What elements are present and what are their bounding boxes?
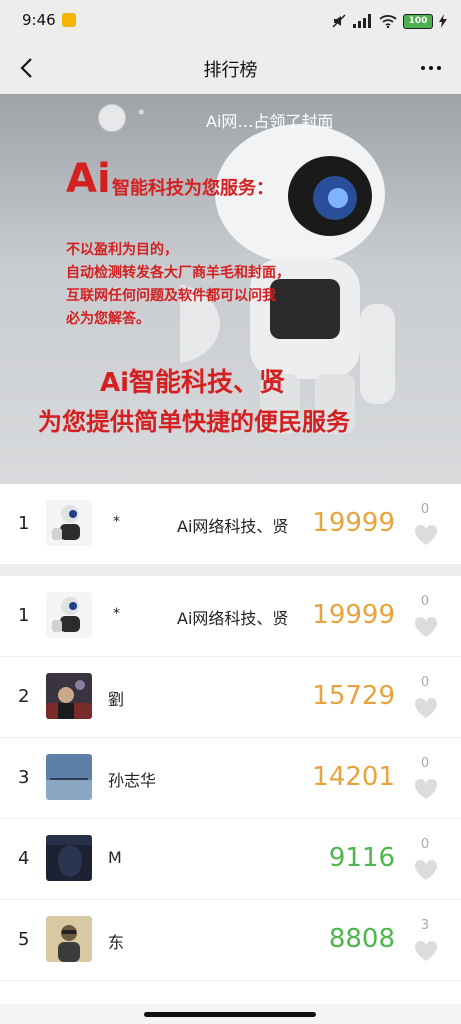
step-count: 8808 [328, 924, 395, 954]
step-count: 19999 [312, 600, 395, 630]
cover-banner[interactable]: * Ai网…占领了封面 Ai 智能科技为您服务： 不以盈利为目的， 自动检测转发… [0, 94, 461, 484]
avatar[interactable] [46, 592, 92, 638]
heart-icon[interactable] [414, 524, 438, 546]
like-count: 0 [420, 675, 430, 690]
rank-number: 2 [18, 686, 30, 707]
step-count: 19999 [312, 508, 395, 538]
heart-icon[interactable] [414, 859, 438, 881]
rank-row[interactable]: 5 东 8808 3 [0, 900, 461, 981]
rank-number: 3 [18, 767, 30, 788]
wifi-icon [379, 15, 397, 28]
status-bar: 9:46 100 [0, 0, 461, 42]
step-count: 14201 [312, 762, 395, 792]
rank-number: 1 [18, 605, 30, 626]
rank-row-partial[interactable] [0, 981, 461, 1004]
heart-icon[interactable] [414, 778, 438, 800]
rank-row[interactable]: 2 劉 15729 0 [0, 657, 461, 738]
avatar[interactable] [46, 673, 92, 719]
heart-icon[interactable] [414, 616, 438, 638]
status-time: 9:46 [22, 11, 56, 29]
avatar[interactable] [46, 754, 92, 800]
rank-row[interactable]: 4 M 9116 0 [0, 819, 461, 900]
heart-icon[interactable] [414, 940, 438, 962]
rank-row[interactable]: 1 * Ai网络科技、贤 19999 0 [0, 576, 461, 657]
rank-number: 4 [18, 848, 30, 869]
nav-bar: 排行榜 [0, 42, 461, 94]
rank-row[interactable]: 3 孙志华 14201 0 [0, 738, 461, 819]
like-count: 0 [420, 756, 430, 771]
like-count: 3 [420, 918, 430, 933]
rank-number: 1 [18, 513, 30, 534]
banner-big-text: 为您提供简单快捷的便民服务 [38, 408, 350, 436]
user-name: 东 [108, 933, 125, 952]
more-icon[interactable] [415, 52, 447, 84]
user-name: 孙志华 [108, 771, 157, 790]
my-rank-row[interactable]: 1 * Ai网络科技、贤 19999 0 [0, 484, 461, 565]
banner-big-text: Ai智能科技、贤 [100, 368, 286, 398]
home-indicator[interactable] [144, 1012, 316, 1017]
section-divider [0, 565, 461, 576]
banner-line: 必为您解答。 [66, 311, 150, 327]
battery-icon: 100 [403, 13, 433, 29]
banner-ai-text: Ai [66, 156, 111, 202]
signal-icon [353, 14, 371, 28]
user-org: Ai网络科技、贤 [177, 517, 289, 536]
step-count: 9116 [328, 843, 395, 873]
cover-caption: Ai网…占领了封面 [206, 112, 334, 131]
cover-owner-name: * [138, 108, 145, 123]
like-count: 0 [420, 502, 430, 517]
avatar[interactable] [46, 835, 92, 881]
user-name: M [108, 848, 122, 867]
cover-owner-avatar [98, 104, 126, 132]
user-org: Ai网络科技、贤 [177, 609, 289, 628]
user-name: 劉 [108, 690, 125, 709]
notification-icon [62, 13, 76, 27]
banner-service-text: 智能科技为您服务： [112, 178, 274, 199]
rank-number: 5 [18, 929, 30, 950]
like-count: 0 [420, 594, 430, 609]
charging-icon [439, 14, 447, 28]
avatar[interactable] [46, 916, 92, 962]
page-title: 排行榜 [203, 60, 258, 81]
step-count: 15729 [312, 681, 395, 711]
user-name: * [113, 514, 120, 530]
like-count: 0 [420, 837, 430, 852]
banner-line: 不以盈利为目的， [66, 242, 178, 258]
banner-line: 自动检测转发各大厂商羊毛和封面， [66, 265, 290, 281]
status-icons: 100 [331, 11, 447, 31]
heart-icon[interactable] [414, 697, 438, 719]
banner-line: 互联网任何问题及软件都可以问我 [66, 288, 276, 304]
avatar[interactable] [46, 500, 92, 546]
mute-icon [332, 14, 346, 28]
user-name: * [113, 606, 120, 622]
